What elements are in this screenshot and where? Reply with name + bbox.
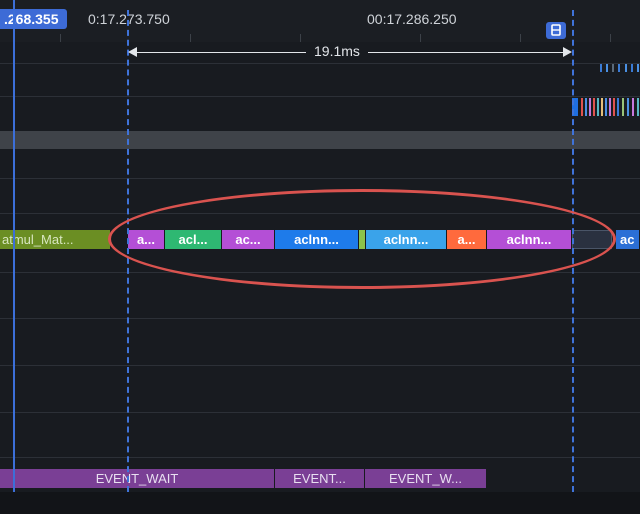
- ruler-tick: [190, 34, 191, 42]
- highlight-ellipse: [108, 189, 616, 289]
- track-group-header[interactable]: [0, 131, 640, 149]
- ruler-tick: [60, 34, 61, 42]
- duration-label: 19.1ms: [306, 43, 368, 59]
- track-divider: [0, 178, 640, 179]
- arrow-left-icon: [128, 47, 137, 57]
- track-divider: [0, 318, 640, 319]
- timeline-cursor[interactable]: [13, 0, 15, 492]
- ruler-tick: [300, 34, 301, 42]
- event-slice[interactable]: EVENT_W...: [365, 469, 487, 488]
- track-slice[interactable]: ac: [616, 230, 640, 249]
- activity-strip: [572, 98, 640, 116]
- flag-marker-button[interactable]: [546, 22, 566, 39]
- horizontal-scrollbar[interactable]: [0, 492, 640, 514]
- event-slice[interactable]: EVENT_WAIT: [0, 469, 275, 488]
- ruler-tick: [610, 34, 611, 42]
- cursor-timestamp: .268.355: [0, 9, 67, 29]
- arrow-right-icon: [563, 47, 572, 57]
- ruler-tick: [420, 34, 421, 42]
- event-slice[interactable]: EVENT...: [275, 469, 365, 488]
- track-slice[interactable]: atmul_Mat...: [0, 230, 111, 249]
- activity-strip: [598, 64, 640, 74]
- track-divider: [0, 365, 640, 366]
- track-divider: [0, 96, 640, 97]
- track-divider: [0, 457, 640, 458]
- ruler-time-right: 00:17.286.250: [367, 11, 457, 27]
- ruler-tick: [520, 34, 521, 42]
- flag-icon: [551, 24, 561, 36]
- track-divider: [0, 63, 640, 64]
- track-divider: [0, 412, 640, 413]
